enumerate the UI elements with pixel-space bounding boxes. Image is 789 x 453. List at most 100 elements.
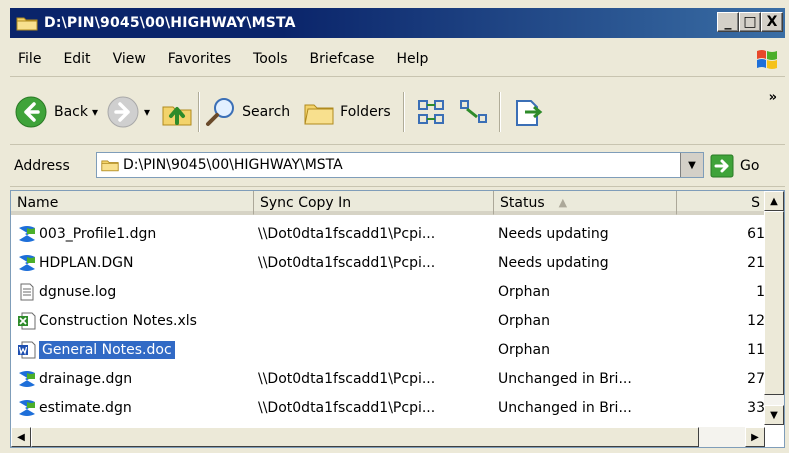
address-dropdown-button[interactable]: ▼ — [680, 153, 703, 177]
column-header-size[interactable]: S — [677, 191, 765, 215]
go-arrow-icon — [710, 154, 734, 178]
update-selection-icon — [459, 100, 487, 123]
scroll-right-button[interactable]: ▶ — [745, 427, 765, 447]
toolbar-separator — [198, 92, 201, 132]
menu-file[interactable]: File — [10, 51, 52, 67]
size-cell: 61 — [747, 225, 765, 242]
file-name: 003_Profile1.dgn — [39, 225, 157, 242]
toolbar-separator — [402, 92, 405, 132]
name-cell: estimate.dgn — [11, 398, 254, 418]
back-button[interactable]: Back ▾ — [14, 92, 102, 132]
horizontal-scroll-thumb[interactable] — [31, 427, 699, 447]
folders-button[interactable]: Folders — [302, 92, 391, 132]
go-button[interactable]: Go — [710, 154, 759, 178]
table-row[interactable]: drainage.dgn \\Dot0dta1fscadd1\Pcpi... U… — [11, 364, 765, 393]
folders-icon — [304, 104, 334, 125]
search-label: Search — [242, 104, 291, 120]
file-name: General Notes.doc — [39, 340, 175, 359]
scroll-up-button[interactable]: ▲ — [764, 191, 784, 211]
name-cell: Construction Notes.xls — [11, 311, 254, 331]
horizontal-scrollbar[interactable]: ◀ ▶ — [11, 427, 765, 447]
list-rows: 003_Profile1.dgn \\Dot0dta1fscadd1\Pcpi.… — [11, 219, 765, 422]
sort-ascending-icon: ▲ — [558, 196, 568, 209]
sync-copy-cell: \\Dot0dta1fscadd1\Pcpi... — [258, 399, 436, 416]
name-cell: drainage.dgn — [11, 369, 254, 389]
folder-icon — [16, 17, 38, 31]
file-name: drainage.dgn — [39, 370, 133, 387]
table-row[interactable]: estimate.dgn \\Dot0dta1fscadd1\Pcpi... U… — [11, 393, 765, 422]
file-name: HDPLAN.DGN — [39, 254, 134, 271]
maximize-button[interactable]: □ — [739, 12, 761, 32]
status-cell: Unchanged in Bri... — [498, 399, 632, 416]
vertical-scrollbar[interactable]: ▲ ▼ — [764, 191, 784, 425]
word-file-icon — [18, 341, 36, 358]
excel-file-icon — [18, 312, 36, 329]
up-folder-icon — [162, 106, 192, 126]
size-cell: 33 — [747, 399, 765, 416]
menu-favorites[interactable]: Favorites — [157, 51, 242, 67]
split-button[interactable] — [511, 92, 545, 132]
table-row[interactable]: Construction Notes.xls Orphan 12 — [11, 306, 765, 335]
sync-copy-cell: \\Dot0dta1fscadd1\Pcpi... — [258, 225, 436, 242]
menu-view[interactable]: View — [102, 51, 157, 67]
toolbar-separator — [498, 92, 501, 132]
update-all-button[interactable] — [415, 92, 449, 132]
name-cell: dgnuse.log — [11, 282, 254, 302]
sync-copy-cell: \\Dot0dta1fscadd1\Pcpi... — [258, 254, 436, 271]
up-folder-button[interactable] — [160, 92, 194, 132]
explorer-window: D:\PIN\9045\00\HIGHWAY\MSTA _ □ X File E… — [0, 0, 789, 453]
size-cell: 1 — [756, 283, 765, 300]
table-row[interactable]: 003_Profile1.dgn \\Dot0dta1fscadd1\Pcpi.… — [11, 219, 765, 248]
back-label: Back — [54, 104, 88, 120]
scroll-down-button[interactable]: ▼ — [764, 405, 784, 425]
status-header-label: Status — [500, 194, 545, 211]
scroll-left-button[interactable]: ◀ — [11, 427, 31, 447]
forward-button[interactable]: ▾ — [106, 92, 154, 132]
chevron-down-icon[interactable]: ▾ — [144, 105, 150, 119]
column-header-name[interactable]: Name — [11, 191, 254, 215]
menu-help[interactable]: Help — [386, 51, 440, 67]
window-title: D:\PIN\9045\00\HIGHWAY\MSTA — [44, 15, 296, 31]
status-cell: Unchanged in Bri... — [498, 370, 632, 387]
address-value: D:\PIN\9045\00\HIGHWAY\MSTA — [123, 157, 343, 173]
update-selection-button[interactable] — [457, 92, 491, 132]
search-icon — [206, 98, 235, 126]
chevron-down-icon[interactable]: ▾ — [92, 105, 98, 119]
vertical-scroll-thumb[interactable] — [764, 211, 784, 395]
dgn-file-icon — [19, 370, 35, 387]
title-bar[interactable]: D:\PIN\9045\00\HIGHWAY\MSTA _ □ X — [10, 8, 785, 38]
split-original-icon — [515, 100, 543, 126]
table-row[interactable]: dgnuse.log Orphan 1 — [11, 277, 765, 306]
menu-briefcase[interactable]: Briefcase — [299, 51, 386, 67]
table-row[interactable]: HDPLAN.DGN \\Dot0dta1fscadd1\Pcpi... Nee… — [11, 248, 765, 277]
column-header-sync-copy-in[interactable]: Sync Copy In — [254, 191, 494, 215]
go-label: Go — [740, 158, 760, 174]
status-cell: Orphan — [498, 341, 550, 358]
status-cell: Needs updating — [498, 254, 609, 271]
text-file-icon — [20, 283, 34, 300]
standard-toolbar: Back ▾ ▾ Search Folders » — [10, 80, 785, 145]
dgn-file-icon — [19, 399, 35, 416]
menu-bar: File Edit View Favorites Tools Briefcase… — [10, 42, 785, 77]
search-button[interactable]: Search — [204, 92, 290, 132]
menu-tools[interactable]: Tools — [242, 51, 299, 67]
minimize-button[interactable]: _ — [717, 12, 739, 32]
file-name: Construction Notes.xls — [39, 312, 197, 329]
back-arrow-icon — [15, 96, 47, 128]
forward-arrow-icon — [107, 96, 139, 128]
menu-edit[interactable]: Edit — [52, 51, 101, 67]
size-cell: 27 — [747, 370, 765, 387]
close-button[interactable]: X — [761, 12, 783, 32]
toolbar-overflow-button[interactable]: » — [769, 90, 777, 105]
sync-copy-cell: \\Dot0dta1fscadd1\Pcpi... — [258, 370, 436, 387]
column-header-status[interactable]: Status ▲ — [494, 191, 677, 215]
table-row[interactable]: General Notes.doc Orphan 11 — [11, 335, 765, 364]
folders-label: Folders — [340, 104, 391, 120]
address-bar: Address D:\PIN\9045\00\HIGHWAY\MSTA ▼ Go — [10, 146, 785, 187]
size-cell: 12 — [747, 312, 765, 329]
file-list[interactable]: Name Sync Copy In Status ▲ S 003_Profile… — [10, 190, 785, 448]
list-header: Name Sync Copy In Status ▲ S — [11, 191, 765, 215]
address-field[interactable]: D:\PIN\9045\00\HIGHWAY\MSTA ▼ — [96, 152, 704, 178]
status-cell: Orphan — [498, 312, 550, 329]
size-cell: 21 — [747, 254, 765, 271]
